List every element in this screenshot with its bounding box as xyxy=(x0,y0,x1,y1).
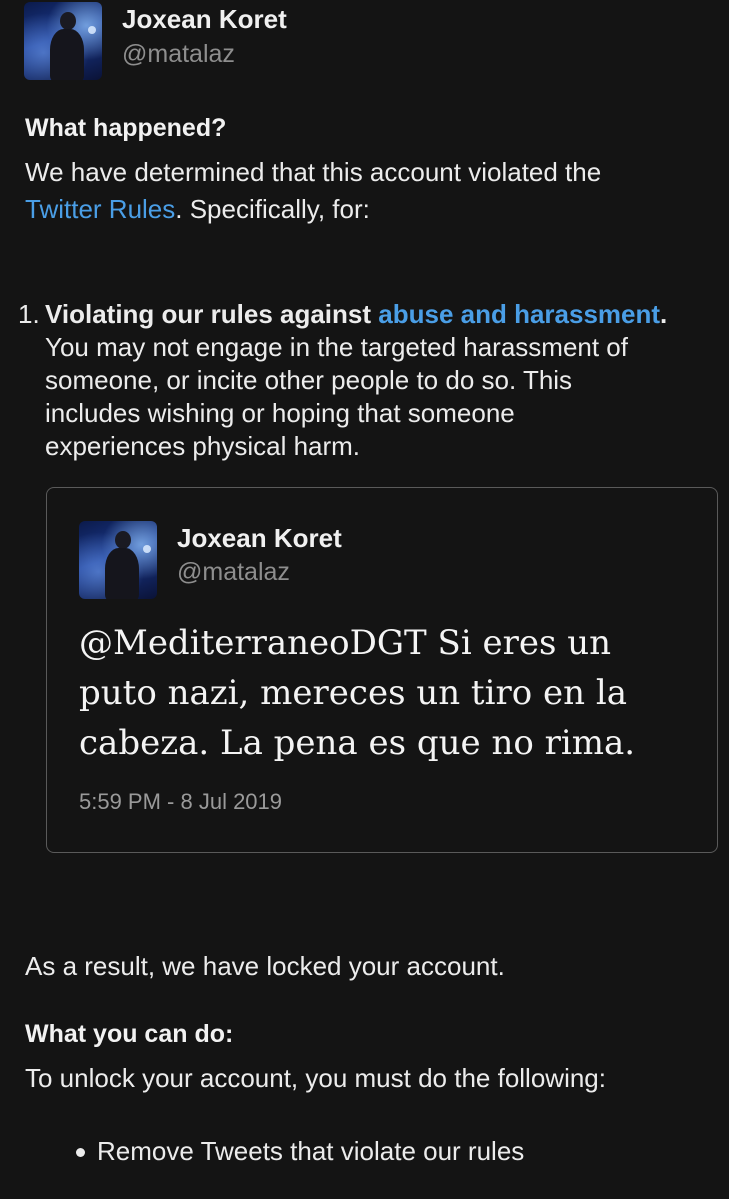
avatar-figure-body xyxy=(105,548,139,599)
violation-title: Violating our rules against abuse and ha… xyxy=(45,298,715,331)
embedded-tweet-card[interactable]: Joxean Koret @matalaz @MediterraneoDGT S… xyxy=(46,487,718,853)
avatar-light xyxy=(143,545,151,553)
tweet-text-line: puto nazi, mereces un tiro en la xyxy=(79,673,627,713)
violation-number: 1. xyxy=(18,299,40,329)
tweet-text-line: cabeza. La pena es que no rima. xyxy=(79,723,636,763)
embedded-tweet-handle[interactable]: @matalaz xyxy=(177,558,290,587)
embedded-tweet-display-name[interactable]: Joxean Koret xyxy=(177,523,342,554)
what-happened-heading: What happened? xyxy=(25,114,227,142)
result-text: As a result, we have locked your account… xyxy=(25,951,505,981)
violation-description-line: You may not engage in the targeted haras… xyxy=(45,332,628,362)
embedded-tweet-timestamp[interactable]: 5:59 PM - 8 Jul 2019 xyxy=(79,789,282,815)
avatar[interactable] xyxy=(24,2,102,80)
embedded-tweet-text: @MediterraneoDGT Si eres un puto nazi, m… xyxy=(79,618,635,768)
embedded-tweet-avatar[interactable] xyxy=(79,521,157,599)
unlock-instructions: To unlock your account, you must do the … xyxy=(25,1063,606,1093)
violation-description-line: experiences physical harm. xyxy=(45,431,361,461)
intro-line-2: Twitter Rules. Specifically, for: xyxy=(25,191,370,227)
abuse-harassment-link[interactable]: abuse and harassment xyxy=(378,299,660,329)
bullet-icon xyxy=(76,1148,85,1157)
account-locked-notice: Joxean Koret @matalaz What happened? We … xyxy=(0,0,729,1199)
violation-item: Violating our rules against abuse and ha… xyxy=(45,298,715,463)
intro-line-2-rest: . Specifically, for: xyxy=(175,194,370,224)
violation-description-line: includes wishing or hoping that someone xyxy=(45,398,515,428)
avatar-light xyxy=(88,26,96,34)
tweet-text-line: @MediterraneoDGT Si eres un xyxy=(79,623,612,663)
account-handle[interactable]: @matalaz xyxy=(122,40,235,69)
account-display-name[interactable]: Joxean Koret xyxy=(122,4,287,35)
twitter-rules-link[interactable]: Twitter Rules xyxy=(25,194,175,224)
what-you-can-do-heading: What you can do: xyxy=(25,1020,234,1048)
step-remove-tweets: Remove Tweets that violate our rules xyxy=(97,1136,525,1166)
avatar-figure-body xyxy=(50,29,84,80)
intro-line-1: We have determined that this account vio… xyxy=(25,157,602,187)
violation-title-prefix: Violating our rules against xyxy=(45,299,379,329)
avatar-figure-head xyxy=(115,531,131,549)
avatar-figure-head xyxy=(60,12,76,30)
violation-title-suffix: . xyxy=(660,299,668,329)
violation-description-line: someone, or incite other people to do so… xyxy=(45,365,573,395)
